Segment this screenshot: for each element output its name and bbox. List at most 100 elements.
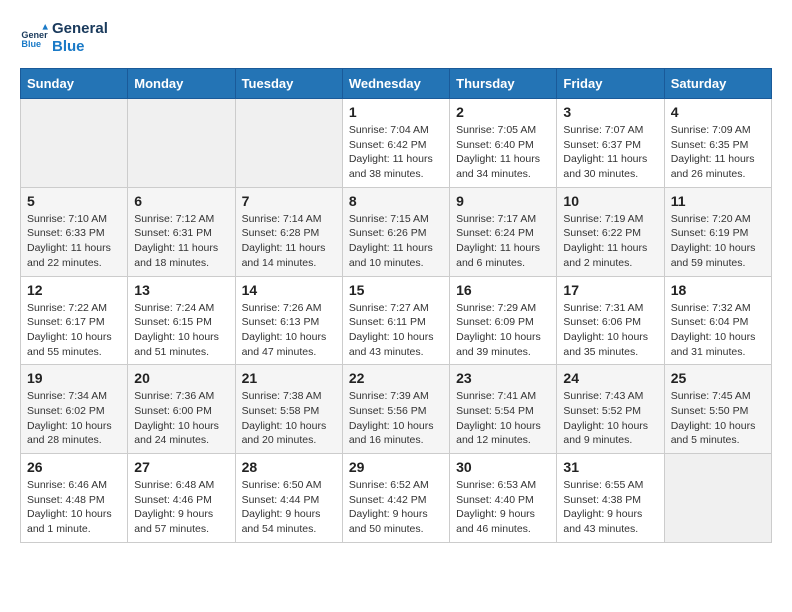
day-number: 19 xyxy=(27,370,121,386)
day-number: 26 xyxy=(27,459,121,475)
calendar-cell: 11 Sunrise: 7:20 AM Sunset: 6:19 PM Dayli… xyxy=(664,187,771,276)
calendar-cell: 7Sunrise: 7:14 AM Sunset: 6:28 PM Daylig… xyxy=(235,187,342,276)
day-info: Sunrise: 7:36 AM Sunset: 6:00 PM Dayligh… xyxy=(134,389,228,448)
day-number: 27 xyxy=(134,459,228,475)
calendar-cell: 16 Sunrise: 7:29 AM Sunset: 6:09 PM Dayli… xyxy=(450,276,557,365)
weekday-header-saturday: Saturday xyxy=(664,69,771,99)
day-number: 10 xyxy=(563,193,657,209)
calendar-cell: 10 Sunrise: 7:19 AM Sunset: 6:22 PM Dayli… xyxy=(557,187,664,276)
day-info: Sunrise: 6:50 AM Sunset: 4:44 PM Dayligh… xyxy=(242,478,336,537)
calendar-cell: 25 Sunrise: 7:45 AM Sunset: 5:50 PM Dayli… xyxy=(664,365,771,454)
logo-text: General xyxy=(52,20,108,38)
day-info: Sunrise: 7:24 AM Sunset: 6:15 PM Dayligh… xyxy=(134,301,228,360)
day-number: 8 xyxy=(349,193,443,209)
calendar-cell: 8 Sunrise: 7:15 AM Sunset: 6:26 PM Daylig… xyxy=(342,187,449,276)
day-info: Sunrise: 7:31 AM Sunset: 6:06 PM Dayligh… xyxy=(563,301,657,360)
weekday-header-wednesday: Wednesday xyxy=(342,69,449,99)
day-info: Sunrise: 7:12 AM Sunset: 6:31 PM Dayligh… xyxy=(134,212,228,271)
calendar-cell: 17Sunrise: 7:31 AM Sunset: 6:06 PM Dayli… xyxy=(557,276,664,365)
day-info: Sunrise: 7:20 AM Sunset: 6:19 PM Dayligh… xyxy=(671,212,765,271)
day-number: 20 xyxy=(134,370,228,386)
day-info: Sunrise: 6:55 AM Sunset: 4:38 PM Dayligh… xyxy=(563,478,657,537)
calendar-table: SundayMondayTuesdayWednesdayThursdayFrid… xyxy=(20,68,772,543)
day-number: 22 xyxy=(349,370,443,386)
day-info: Sunrise: 7:39 AM Sunset: 5:56 PM Dayligh… xyxy=(349,389,443,448)
day-number: 13 xyxy=(134,282,228,298)
calendar-cell xyxy=(664,454,771,543)
day-info: Sunrise: 7:05 AM Sunset: 6:40 PM Dayligh… xyxy=(456,123,550,182)
calendar-cell: 19 Sunrise: 7:34 AM Sunset: 6:02 PM Dayli… xyxy=(21,365,128,454)
calendar-cell xyxy=(235,99,342,188)
day-info: Sunrise: 7:14 AM Sunset: 6:28 PM Dayligh… xyxy=(242,212,336,271)
calendar-cell: 6 Sunrise: 7:12 AM Sunset: 6:31 PM Daylig… xyxy=(128,187,235,276)
calendar-cell xyxy=(21,99,128,188)
day-info: Sunrise: 7:45 AM Sunset: 5:50 PM Dayligh… xyxy=(671,389,765,448)
day-number: 1 xyxy=(349,104,443,120)
weekday-header-monday: Monday xyxy=(128,69,235,99)
day-number: 9 xyxy=(456,193,550,209)
day-info: Sunrise: 7:34 AM Sunset: 6:02 PM Dayligh… xyxy=(27,389,121,448)
calendar-cell xyxy=(128,99,235,188)
day-info: Sunrise: 6:53 AM Sunset: 4:40 PM Dayligh… xyxy=(456,478,550,537)
calendar-cell: 24 Sunrise: 7:43 AM Sunset: 5:52 PM Dayli… xyxy=(557,365,664,454)
day-number: 2 xyxy=(456,104,550,120)
day-info: Sunrise: 7:07 AM Sunset: 6:37 PM Dayligh… xyxy=(563,123,657,182)
calendar-cell: 21 Sunrise: 7:38 AM Sunset: 5:58 PM Dayli… xyxy=(235,365,342,454)
day-info: Sunrise: 7:32 AM Sunset: 6:04 PM Dayligh… xyxy=(671,301,765,360)
calendar-cell: 12 Sunrise: 7:22 AM Sunset: 6:17 PM Dayli… xyxy=(21,276,128,365)
day-number: 18 xyxy=(671,282,765,298)
day-number: 14 xyxy=(242,282,336,298)
day-info: Sunrise: 7:43 AM Sunset: 5:52 PM Dayligh… xyxy=(563,389,657,448)
calendar-cell: 28 Sunrise: 6:50 AM Sunset: 4:44 PM Dayli… xyxy=(235,454,342,543)
day-number: 21 xyxy=(242,370,336,386)
day-number: 25 xyxy=(671,370,765,386)
day-info: Sunrise: 7:15 AM Sunset: 6:26 PM Dayligh… xyxy=(349,212,443,271)
calendar-cell: 18 Sunrise: 7:32 AM Sunset: 6:04 PM Dayli… xyxy=(664,276,771,365)
calendar-cell: 9 Sunrise: 7:17 AM Sunset: 6:24 PM Daylig… xyxy=(450,187,557,276)
weekday-header-thursday: Thursday xyxy=(450,69,557,99)
day-info: Sunrise: 7:26 AM Sunset: 6:13 PM Dayligh… xyxy=(242,301,336,360)
calendar-cell: 29Sunrise: 6:52 AM Sunset: 4:42 PM Dayli… xyxy=(342,454,449,543)
day-info: Sunrise: 7:22 AM Sunset: 6:17 PM Dayligh… xyxy=(27,301,121,360)
day-info: Sunrise: 7:17 AM Sunset: 6:24 PM Dayligh… xyxy=(456,212,550,271)
calendar-cell: 22 Sunrise: 7:39 AM Sunset: 5:56 PM Dayli… xyxy=(342,365,449,454)
calendar-cell: 3 Sunrise: 7:07 AM Sunset: 6:37 PM Daylig… xyxy=(557,99,664,188)
day-info: Sunrise: 7:27 AM Sunset: 6:11 PM Dayligh… xyxy=(349,301,443,360)
day-number: 30 xyxy=(456,459,550,475)
day-number: 11 xyxy=(671,193,765,209)
calendar-cell: 5Sunrise: 7:10 AM Sunset: 6:33 PM Daylig… xyxy=(21,187,128,276)
day-number: 12 xyxy=(27,282,121,298)
day-number: 31 xyxy=(563,459,657,475)
day-number: 3 xyxy=(563,104,657,120)
calendar-cell: 23Sunrise: 7:41 AM Sunset: 5:54 PM Dayli… xyxy=(450,365,557,454)
calendar-cell: 20 Sunrise: 7:36 AM Sunset: 6:00 PM Dayli… xyxy=(128,365,235,454)
day-info: Sunrise: 6:46 AM Sunset: 4:48 PM Dayligh… xyxy=(27,478,121,537)
calendar-cell: 13 Sunrise: 7:24 AM Sunset: 6:15 PM Dayli… xyxy=(128,276,235,365)
calendar-cell: 31 Sunrise: 6:55 AM Sunset: 4:38 PM Dayli… xyxy=(557,454,664,543)
day-number: 29 xyxy=(349,459,443,475)
day-number: 4 xyxy=(671,104,765,120)
weekday-header-friday: Friday xyxy=(557,69,664,99)
day-info: Sunrise: 7:41 AM Sunset: 5:54 PM Dayligh… xyxy=(456,389,550,448)
day-info: Sunrise: 7:29 AM Sunset: 6:09 PM Dayligh… xyxy=(456,301,550,360)
day-number: 16 xyxy=(456,282,550,298)
calendar-cell: 4Sunrise: 7:09 AM Sunset: 6:35 PM Daylig… xyxy=(664,99,771,188)
calendar-cell: 2 Sunrise: 7:05 AM Sunset: 6:40 PM Daylig… xyxy=(450,99,557,188)
svg-text:Blue: Blue xyxy=(21,39,41,49)
calendar-cell: 1Sunrise: 7:04 AM Sunset: 6:42 PM Daylig… xyxy=(342,99,449,188)
day-info: Sunrise: 7:19 AM Sunset: 6:22 PM Dayligh… xyxy=(563,212,657,271)
day-info: Sunrise: 7:38 AM Sunset: 5:58 PM Dayligh… xyxy=(242,389,336,448)
logo-icon: General Blue xyxy=(20,24,48,52)
logo-blue-text: Blue xyxy=(52,38,108,56)
weekday-header-tuesday: Tuesday xyxy=(235,69,342,99)
day-number: 24 xyxy=(563,370,657,386)
calendar-cell: 26 Sunrise: 6:46 AM Sunset: 4:48 PM Dayli… xyxy=(21,454,128,543)
day-number: 28 xyxy=(242,459,336,475)
calendar-cell: 14 Sunrise: 7:26 AM Sunset: 6:13 PM Dayli… xyxy=(235,276,342,365)
calendar-cell: 27Sunrise: 6:48 AM Sunset: 4:46 PM Dayli… xyxy=(128,454,235,543)
day-number: 15 xyxy=(349,282,443,298)
calendar-cell: 30 Sunrise: 6:53 AM Sunset: 4:40 PM Dayli… xyxy=(450,454,557,543)
day-number: 6 xyxy=(134,193,228,209)
calendar-cell: 15 Sunrise: 7:27 AM Sunset: 6:11 PM Dayli… xyxy=(342,276,449,365)
logo: General Blue General Blue xyxy=(20,20,108,56)
